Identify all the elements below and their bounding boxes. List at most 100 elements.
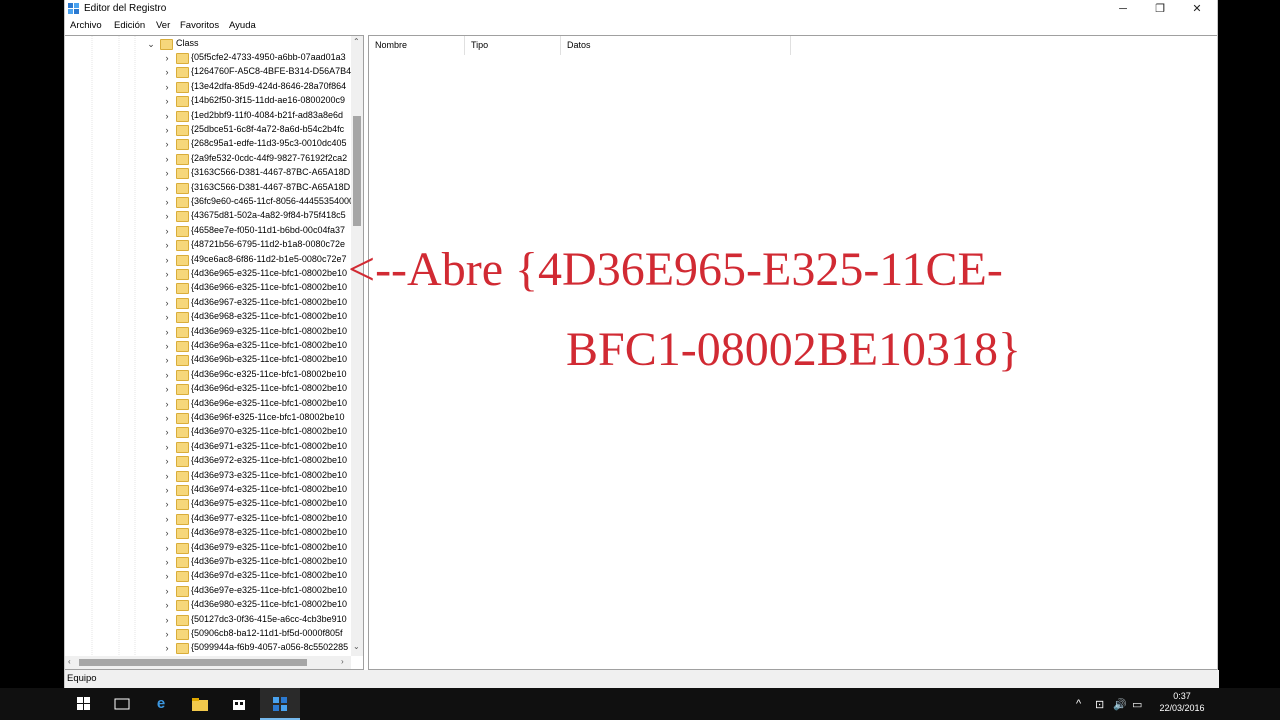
chevron-right-icon[interactable]: › bbox=[161, 425, 173, 439]
chevron-right-icon[interactable]: › bbox=[161, 353, 173, 367]
windows-start-icon[interactable] bbox=[64, 688, 104, 720]
tree-vertical-scroll-thumb[interactable] bbox=[353, 116, 361, 226]
tree-item[interactable]: › {3163C566-D381-4467-87BC-A65A18D bbox=[65, 181, 351, 195]
chevron-right-icon[interactable]: › bbox=[161, 584, 173, 598]
chevron-right-icon[interactable]: › bbox=[161, 382, 173, 396]
tree-item[interactable]: › {13e42dfa-85d9-424d-8646-28a70f864 bbox=[65, 80, 351, 94]
tree-horizontal-scrollbar[interactable]: ‹ › bbox=[65, 656, 351, 669]
scroll-down-arrow-icon[interactable]: ⌄ bbox=[353, 642, 360, 651]
edge-icon[interactable]: e bbox=[141, 688, 181, 720]
chevron-right-icon[interactable]: › bbox=[161, 123, 173, 137]
chevron-right-icon[interactable]: › bbox=[161, 94, 173, 108]
restore-button[interactable]: ❐ bbox=[1142, 0, 1178, 18]
chevron-right-icon[interactable]: › bbox=[161, 325, 173, 339]
chevron-right-icon[interactable]: › bbox=[161, 613, 173, 627]
tree-item[interactable]: › {4d36e969-e325-11ce-bfc1-08002be10 bbox=[65, 325, 351, 339]
tree-item[interactable]: › {25dbce51-6c8f-4a72-8a6d-b54c2b4fc bbox=[65, 123, 351, 137]
column-header-nombre[interactable]: Nombre bbox=[369, 36, 465, 55]
tree-item[interactable]: › {4d36e977-e325-11ce-bfc1-08002be10 bbox=[65, 512, 351, 526]
tree-item[interactable]: › {1ed2bbf9-11f0-4084-b21f-ad83a8e6d bbox=[65, 109, 351, 123]
chevron-right-icon[interactable]: › bbox=[161, 209, 173, 223]
taskbar-clock[interactable]: 0:37 22/03/2016 bbox=[1152, 690, 1212, 714]
chevron-right-icon[interactable]: › bbox=[161, 166, 173, 180]
tree-item[interactable]: › {4d36e979-e325-11ce-bfc1-08002be10 bbox=[65, 541, 351, 555]
tree-item[interactable]: › {4d36e96a-e325-11ce-bfc1-08002be10 bbox=[65, 339, 351, 353]
chevron-right-icon[interactable]: › bbox=[161, 152, 173, 166]
chevron-right-icon[interactable]: › bbox=[161, 281, 173, 295]
tree-item[interactable]: › {05f5cfe2-4733-4950-a6bb-07aad01a3 bbox=[65, 51, 351, 65]
tree-item[interactable]: › {4d36e980-e325-11ce-bfc1-08002be10 bbox=[65, 598, 351, 612]
tree-item[interactable]: › {4d36e96b-e325-11ce-bfc1-08002be10 bbox=[65, 353, 351, 367]
chevron-right-icon[interactable]: › bbox=[161, 627, 173, 641]
minimize-button[interactable]: ─ bbox=[1105, 0, 1141, 18]
tree-item[interactable]: › {14b62f50-3f15-11dd-ae16-0800200c9 bbox=[65, 94, 351, 108]
tree-item[interactable]: › {4d36e970-e325-11ce-bfc1-08002be10 bbox=[65, 425, 351, 439]
tree-item[interactable]: › {4d36e974-e325-11ce-bfc1-08002be10 bbox=[65, 483, 351, 497]
chevron-right-icon[interactable]: › bbox=[161, 195, 173, 209]
chevron-right-icon[interactable]: › bbox=[161, 80, 173, 94]
chevron-right-icon[interactable]: › bbox=[161, 483, 173, 497]
chevron-right-icon[interactable]: › bbox=[161, 181, 173, 195]
column-header-tipo[interactable]: Tipo bbox=[465, 36, 561, 55]
chevron-right-icon[interactable]: › bbox=[161, 339, 173, 353]
close-button[interactable]: ✕ bbox=[1179, 0, 1215, 18]
chevron-right-icon[interactable]: › bbox=[161, 296, 173, 310]
tree-item[interactable]: › {4d36e967-e325-11ce-bfc1-08002be10 bbox=[65, 296, 351, 310]
tree-item[interactable]: › {50906cb8-ba12-11d1-bf5d-0000f805f bbox=[65, 627, 351, 641]
tray-chevron-icon[interactable]: ^ bbox=[1076, 698, 1081, 710]
tree-item[interactable]: › {4d36e96e-e325-11ce-bfc1-08002be10 bbox=[65, 397, 351, 411]
tree-item[interactable]: › {4d36e97b-e325-11ce-bfc1-08002be10 bbox=[65, 555, 351, 569]
scroll-up-arrow-icon[interactable]: ⌃ bbox=[353, 37, 360, 46]
file-explorer-icon[interactable] bbox=[180, 688, 220, 720]
chevron-right-icon[interactable]: › bbox=[161, 411, 173, 425]
menu-archivo[interactable]: Archivo bbox=[70, 20, 102, 31]
column-header-datos[interactable]: Datos bbox=[561, 36, 791, 55]
tree-item[interactable]: › {5099944a-f6b9-4057-a056-8c5502285 bbox=[65, 641, 351, 655]
tree-item-class[interactable]: ⌄ Class bbox=[65, 37, 351, 51]
chevron-right-icon[interactable]: › bbox=[161, 526, 173, 540]
tree-item[interactable]: › {4d36e968-e325-11ce-bfc1-08002be10 bbox=[65, 310, 351, 324]
chevron-right-icon[interactable]: › bbox=[161, 397, 173, 411]
chevron-right-icon[interactable]: › bbox=[161, 569, 173, 583]
tree-item[interactable]: › {50127dc3-0f36-415e-a6cc-4cb3be910 bbox=[65, 613, 351, 627]
chevron-right-icon[interactable]: › bbox=[161, 512, 173, 526]
chevron-right-icon[interactable]: › bbox=[161, 51, 173, 65]
chevron-right-icon[interactable]: › bbox=[161, 137, 173, 151]
chevron-right-icon[interactable]: › bbox=[161, 469, 173, 483]
tree-item[interactable]: › {48721b56-6795-11d2-b1a8-0080c72e bbox=[65, 238, 351, 252]
tree-item[interactable]: › {2a9fe532-0cdc-44f9-9827-76192f2ca2 bbox=[65, 152, 351, 166]
tree-item[interactable]: › {4d36e973-e325-11ce-bfc1-08002be10 bbox=[65, 469, 351, 483]
tree-item[interactable]: › {4d36e966-e325-11ce-bfc1-08002be10 bbox=[65, 281, 351, 295]
tree-item[interactable]: › {43675d81-502a-4a82-9f84-b75f418c5 bbox=[65, 209, 351, 223]
registry-tree-pane[interactable]: ⌄ Class › {05f5cfe2-4733-4950-a6bb-07aad01a… bbox=[65, 35, 364, 670]
chevron-down-icon[interactable]: ⌄ bbox=[145, 37, 157, 51]
chevron-right-icon[interactable]: › bbox=[161, 641, 173, 655]
chevron-right-icon[interactable]: › bbox=[161, 541, 173, 555]
tree-item[interactable]: › {49ce6ac8-6f86-11d2-b1e5-0080c72e7 bbox=[65, 253, 351, 267]
chevron-right-icon[interactable]: › bbox=[161, 224, 173, 238]
tree-item[interactable]: › {4658ee7e-f050-11d1-b6bd-00c04fa37 bbox=[65, 224, 351, 238]
action-center-icon[interactable]: ▭ bbox=[1132, 698, 1142, 711]
tree-item[interactable]: › {3163C566-D381-4467-87BC-A65A18D bbox=[65, 166, 351, 180]
tree-horizontal-scroll-thumb[interactable] bbox=[79, 659, 307, 666]
scroll-left-arrow-icon[interactable]: ‹ bbox=[68, 657, 71, 666]
tree-item[interactable]: › {4d36e975-e325-11ce-bfc1-08002be10 bbox=[65, 497, 351, 511]
tree-item[interactable]: › {4d36e97d-e325-11ce-bfc1-08002be10 bbox=[65, 569, 351, 583]
tree-item[interactable]: › {4d36e971-e325-11ce-bfc1-08002be10 bbox=[65, 440, 351, 454]
chevron-right-icon[interactable]: › bbox=[161, 598, 173, 612]
tree-item[interactable]: › {4d36e965-e325-11ce-bfc1-08002be10 bbox=[65, 267, 351, 281]
tree-item[interactable]: › {268c95a1-edfe-11d3-95c3-0010dc405 bbox=[65, 137, 351, 151]
chevron-right-icon[interactable]: › bbox=[161, 65, 173, 79]
chevron-right-icon[interactable]: › bbox=[161, 267, 173, 281]
chevron-right-icon[interactable]: › bbox=[161, 440, 173, 454]
task-view-icon[interactable] bbox=[102, 688, 142, 720]
tree-item[interactable]: › {1264760F-A5C8-4BFE-B314-D56A7B4 bbox=[65, 65, 351, 79]
chevron-right-icon[interactable]: › bbox=[161, 109, 173, 123]
chevron-right-icon[interactable]: › bbox=[161, 310, 173, 324]
chevron-right-icon[interactable]: › bbox=[161, 555, 173, 569]
chevron-right-icon[interactable]: › bbox=[161, 368, 173, 382]
menu-favoritos[interactable]: Favoritos bbox=[180, 20, 219, 31]
chevron-right-icon[interactable]: › bbox=[161, 238, 173, 252]
menu-ayuda[interactable]: Ayuda bbox=[229, 20, 256, 31]
regedit-taskbar-icon[interactable] bbox=[260, 688, 300, 720]
